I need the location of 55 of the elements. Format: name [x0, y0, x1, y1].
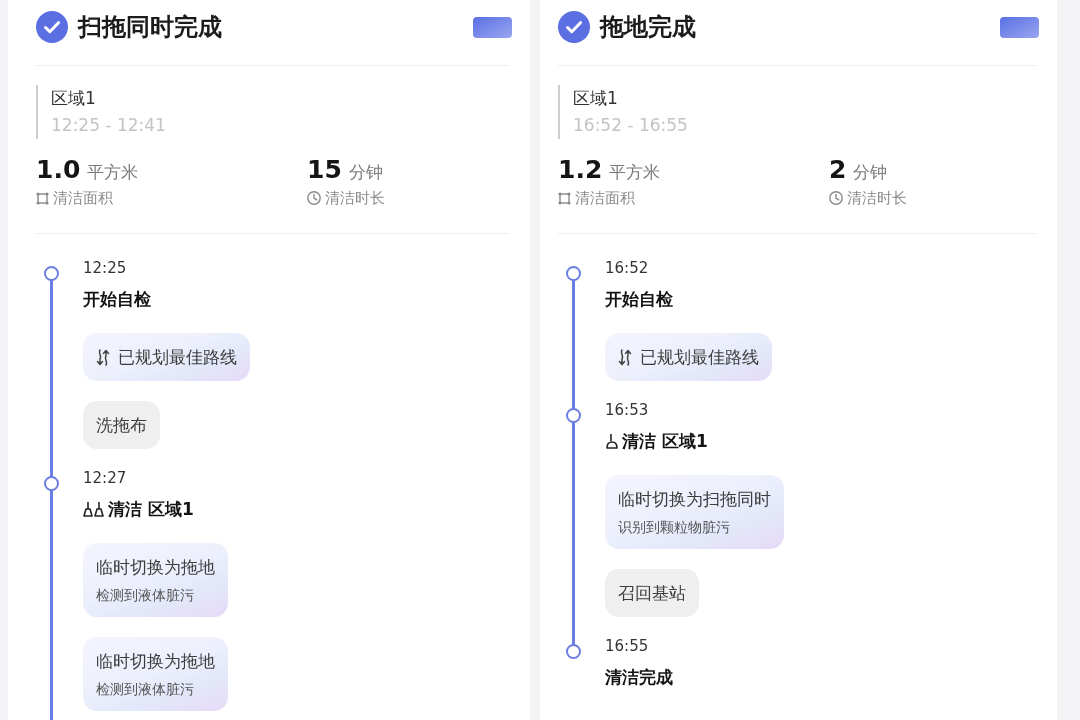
event-title: 清洁 区域1 [108, 498, 194, 520]
stat-value: 1.2 [558, 155, 603, 185]
stat-value: 2 [829, 155, 847, 185]
zone-name: 区域1 [573, 87, 618, 110]
stat-label: 清洁面积 [575, 188, 635, 209]
stat-unit: 平方米 [87, 161, 139, 184]
chip-note: 识别到颗粒物脏污 [618, 518, 730, 537]
check-icon [558, 11, 590, 43]
chip-text: 已规划最佳路线 [640, 346, 759, 369]
logo-icon [473, 16, 512, 38]
clock-icon [829, 191, 843, 205]
stat-value: 15 [307, 155, 342, 185]
event-time: 12:25 [83, 258, 127, 278]
stat-unit: 分钟 [348, 161, 383, 184]
swap-arrows-icon [618, 348, 632, 366]
chip-text: 已规划最佳路线 [118, 346, 237, 369]
frame-icon [36, 191, 49, 205]
chip-text: 洗拖布 [96, 414, 147, 437]
chip-text: 临时切换为拖地 [96, 556, 215, 579]
record-title: 拖地完成 [600, 12, 696, 43]
event-title: 清洁完成 [605, 666, 673, 688]
event-time: 12:27 [83, 468, 127, 488]
stat-label: 清洁时长 [847, 188, 907, 209]
timeline-node-icon [44, 266, 59, 281]
timeline-node-icon [566, 644, 581, 659]
event-time: 16:53 [605, 400, 649, 420]
zone-name: 区域1 [51, 87, 96, 110]
event-time: 16:55 [605, 636, 649, 656]
event-title: 开始自检 [83, 288, 151, 310]
chip-text: 临时切换为拖地 [96, 650, 215, 673]
brushes-icon [83, 501, 105, 517]
stat-unit: 平方米 [609, 161, 661, 184]
timeline-node-icon [566, 266, 581, 281]
event-title: 开始自检 [605, 288, 673, 310]
stat-unit: 分钟 [853, 161, 888, 184]
chip-text: 召回基站 [618, 582, 686, 605]
timeline-node-icon [44, 476, 59, 491]
chip-note: 检测到液体脏污 [96, 586, 194, 605]
chip-note: 检测到液体脏污 [96, 680, 194, 699]
timeline-node-icon [566, 408, 581, 423]
event-time: 16:52 [605, 258, 649, 278]
mop-icon [605, 433, 619, 449]
record-title: 扫拖同时完成 [78, 12, 222, 43]
chip-text: 临时切换为扫拖同时 [618, 488, 771, 511]
event-title: 清洁 区域1 [622, 430, 708, 452]
swap-arrows-icon [96, 348, 110, 366]
time-range: 16:52 - 16:55 [573, 114, 688, 137]
frame-icon [558, 191, 571, 205]
stat-value: 1.0 [36, 155, 81, 185]
stat-label: 清洁面积 [53, 188, 113, 209]
time-range: 12:25 - 12:41 [51, 114, 166, 137]
stat-label: 清洁时长 [325, 188, 385, 209]
clock-icon [307, 191, 321, 205]
logo-icon [1000, 16, 1039, 38]
check-icon [36, 11, 68, 43]
